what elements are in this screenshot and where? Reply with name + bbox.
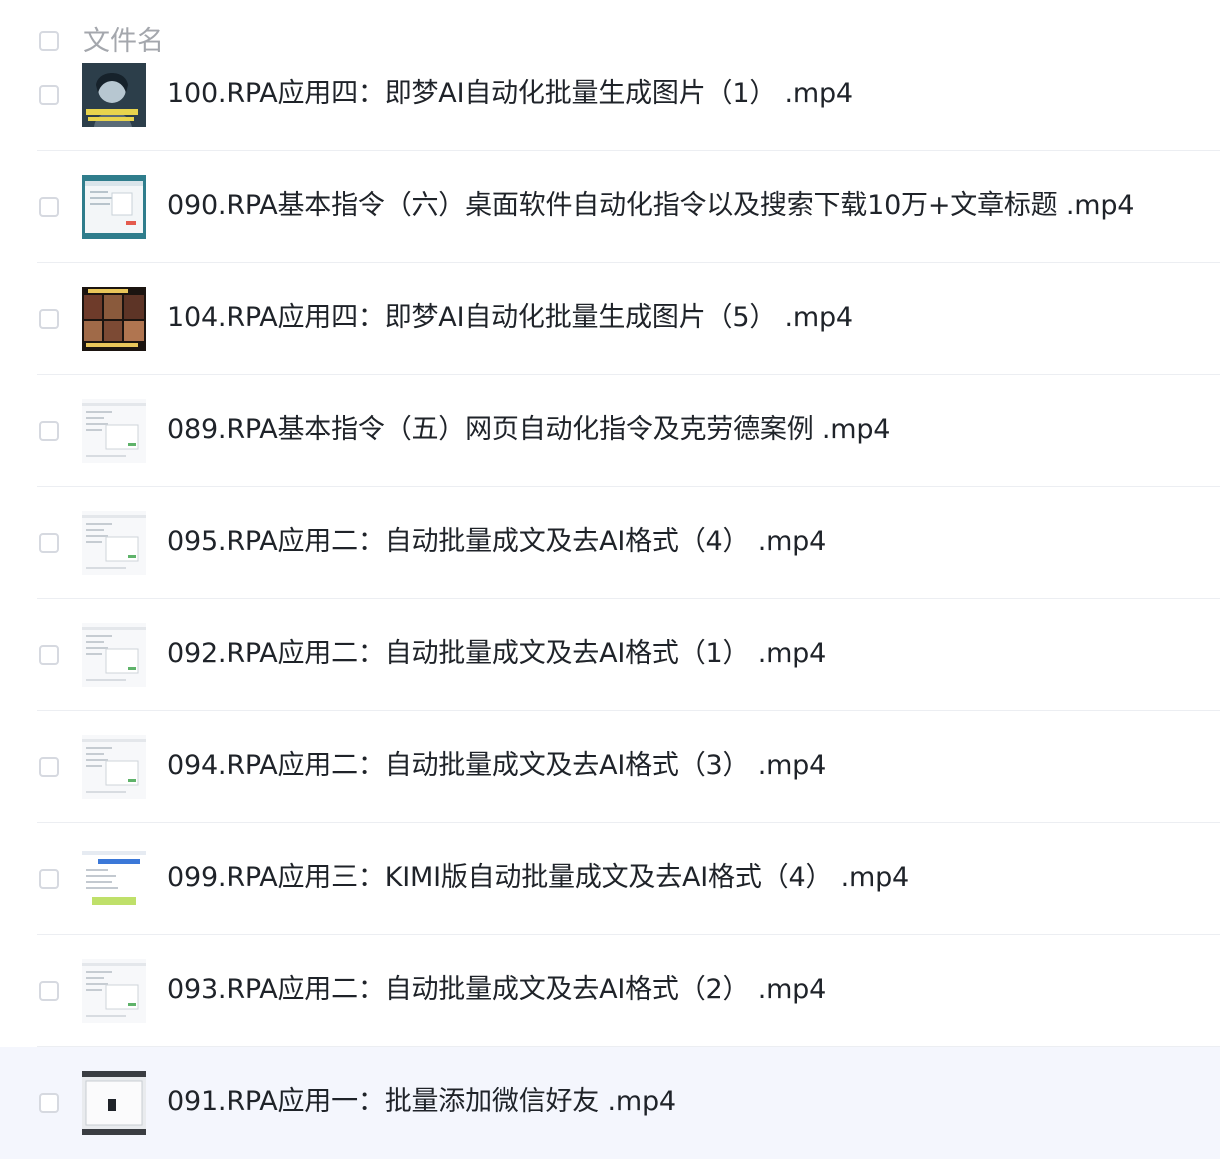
file-name[interactable]: 094.RPA应用二：自动批量成文及去AI格式（3） .mp4 — [167, 749, 826, 783]
file-row[interactable]: 093.RPA应用二：自动批量成文及去AI格式（2） .mp4 — [0, 935, 1220, 1047]
portrait-dark-thumbnail — [82, 63, 146, 127]
dialog-window-thumbnail — [82, 1071, 146, 1135]
video-thumbnail[interactable] — [82, 1071, 146, 1135]
file-row[interactable]: 100.RPA应用四：即梦AI自动化批量生成图片（1） .mp4 — [0, 39, 1220, 151]
software-window-teal-thumbnail — [82, 175, 146, 239]
file-row-checkbox[interactable] — [39, 1093, 59, 1113]
file-row[interactable]: 104.RPA应用四：即梦AI自动化批量生成图片（5） .mp4 — [0, 263, 1220, 375]
file-row-checkbox[interactable] — [39, 645, 59, 665]
screen-capture-light-thumbnail — [82, 735, 146, 799]
video-thumbnail[interactable] — [82, 735, 146, 799]
file-row[interactable]: 092.RPA应用二：自动批量成文及去AI格式（1） .mp4 — [0, 599, 1220, 711]
file-name[interactable]: 092.RPA应用二：自动批量成文及去AI格式（1） .mp4 — [167, 637, 826, 671]
video-thumbnail[interactable] — [82, 399, 146, 463]
video-thumbnail[interactable] — [82, 287, 146, 351]
file-name[interactable]: 090.RPA基本指令（六）桌面软件自动化指令以及搜索下载10万+文章标题 .m… — [167, 189, 1134, 223]
file-row-checkbox[interactable] — [39, 197, 59, 217]
video-thumbnail[interactable] — [82, 175, 146, 239]
file-name[interactable]: 100.RPA应用四：即梦AI自动化批量生成图片（1） .mp4 — [167, 77, 853, 111]
file-row[interactable]: 099.RPA应用三：KIMI版自动批量成文及去AI格式（4） .mp4 — [0, 823, 1220, 935]
video-thumbnail[interactable] — [82, 959, 146, 1023]
screen-capture-blue-thumbnail — [82, 847, 146, 911]
file-row[interactable]: 091.RPA应用一：批量添加微信好友 .mp4 — [0, 1047, 1220, 1159]
file-row-checkbox[interactable] — [39, 869, 59, 889]
screen-capture-light-thumbnail — [82, 623, 146, 687]
video-thumbnail[interactable] — [82, 511, 146, 575]
video-thumbnail[interactable] — [82, 63, 146, 127]
file-row[interactable]: 094.RPA应用二：自动批量成文及去AI格式（3） .mp4 — [0, 711, 1220, 823]
file-row-checkbox[interactable] — [39, 533, 59, 553]
screen-capture-light-thumbnail — [82, 399, 146, 463]
screen-capture-light-thumbnail — [82, 959, 146, 1023]
file-row[interactable]: 095.RPA应用二：自动批量成文及去AI格式（4） .mp4 — [0, 487, 1220, 599]
file-row-checkbox[interactable] — [39, 309, 59, 329]
image-grid-dark-thumbnail — [82, 287, 146, 351]
file-list: 文件名 100.RPA应用四：即梦AI自动化批量生成图片（1） .mp4 090.… — [0, 0, 1220, 1160]
file-row-checkbox[interactable] — [39, 981, 59, 1001]
screen-capture-light-thumbnail — [82, 511, 146, 575]
file-name[interactable]: 104.RPA应用四：即梦AI自动化批量生成图片（5） .mp4 — [167, 301, 853, 335]
video-thumbnail[interactable] — [82, 623, 146, 687]
file-row-checkbox[interactable] — [39, 421, 59, 441]
file-name[interactable]: 095.RPA应用二：自动批量成文及去AI格式（4） .mp4 — [167, 525, 826, 559]
video-thumbnail[interactable] — [82, 847, 146, 911]
file-name[interactable]: 089.RPA基本指令（五）网页自动化指令及克劳德案例 .mp4 — [167, 413, 890, 447]
file-name[interactable]: 093.RPA应用二：自动批量成文及去AI格式（2） .mp4 — [167, 973, 826, 1007]
file-row[interactable]: 089.RPA基本指令（五）网页自动化指令及克劳德案例 .mp4 — [0, 375, 1220, 487]
file-name[interactable]: 091.RPA应用一：批量添加微信好友 .mp4 — [167, 1085, 676, 1119]
file-name[interactable]: 099.RPA应用三：KIMI版自动批量成文及去AI格式（4） .mp4 — [167, 861, 909, 895]
file-row-checkbox[interactable] — [39, 85, 59, 105]
file-row-checkbox[interactable] — [39, 757, 59, 777]
file-row[interactable]: 090.RPA基本指令（六）桌面软件自动化指令以及搜索下载10万+文章标题 .m… — [0, 151, 1220, 263]
